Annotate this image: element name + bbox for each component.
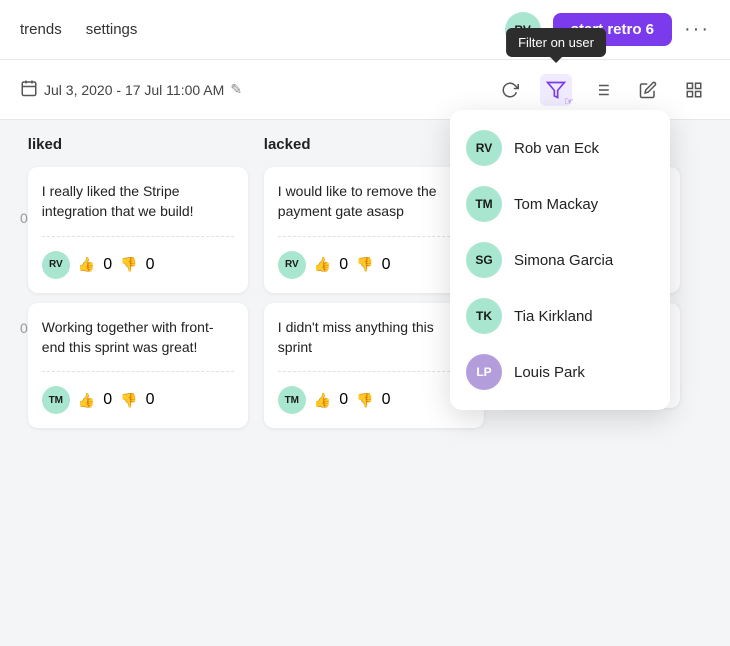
column-header-liked: liked xyxy=(28,136,248,153)
more-options-button[interactable]: ··· xyxy=(684,18,710,41)
user-name-tm: Tom Mackay xyxy=(514,196,598,213)
user-name-tk: Tia Kirkland xyxy=(514,308,593,325)
dislike-icon[interactable]: 👎 xyxy=(356,392,373,409)
calendar-icon xyxy=(20,79,38,100)
avatar-sg: SG xyxy=(466,242,502,278)
dislike-count: 0 xyxy=(146,391,155,409)
dropdown-item-rv[interactable]: RV Rob van Eck xyxy=(450,120,670,176)
card-footer: TM 👍 0 👎 0 xyxy=(278,386,470,414)
card-liked-2: Working together with front-end this spr… xyxy=(28,303,248,429)
dropdown-item-tm[interactable]: TM Tom Mackay xyxy=(450,176,670,232)
dislike-count: 0 xyxy=(146,256,155,274)
dropdown-item-sg[interactable]: SG Simona Garcia xyxy=(450,232,670,288)
dropdown-item-lp[interactable]: LP Louis Park xyxy=(450,344,670,400)
card-liked-1: I really liked the Stripe integration th… xyxy=(28,167,248,293)
user-name-lp: Louis Park xyxy=(514,364,585,381)
dislike-count: 0 xyxy=(382,391,391,409)
card-footer: RV 👍 0 👎 0 xyxy=(278,251,470,279)
column-liked: liked I really liked the Stripe integrat… xyxy=(28,136,248,646)
avatar-tm: TM xyxy=(466,186,502,222)
avatar-lp: LP xyxy=(466,354,502,390)
card-avatar: RV xyxy=(278,251,306,279)
divider xyxy=(42,371,234,372)
user-filter-dropdown: RV Rob van Eck TM Tom Mackay SG Simona G… xyxy=(450,110,670,410)
left-number-1: 0 xyxy=(20,168,28,268)
card-footer: TM 👍 0 👎 0 xyxy=(42,386,234,414)
avatar-rv: RV xyxy=(466,130,502,166)
card-text: I really liked the Stripe integration th… xyxy=(42,181,234,222)
divider xyxy=(278,371,470,372)
dropdown-item-tk[interactable]: TK Tia Kirkland xyxy=(450,288,670,344)
card-avatar: RV xyxy=(42,251,70,279)
card-text: I would like to remove the payment gate … xyxy=(278,181,470,222)
refresh-button[interactable] xyxy=(494,74,526,106)
list-view-button[interactable] xyxy=(586,74,618,106)
dislike-icon[interactable]: 👎 xyxy=(356,256,373,273)
user-name-rv: Rob van Eck xyxy=(514,140,599,157)
nav-trends[interactable]: trends xyxy=(20,21,62,38)
nav-settings[interactable]: settings xyxy=(86,21,138,38)
like-icon[interactable]: 👍 xyxy=(314,256,331,273)
grid-button[interactable] xyxy=(678,74,710,106)
date-range: Jul 3, 2020 - 17 Jul 11:00 AM ✎ xyxy=(20,79,482,100)
divider xyxy=(278,236,470,237)
filter-user-button[interactable]: Filter on user ☞ xyxy=(540,74,572,106)
card-footer: RV 👍 0 👎 0 xyxy=(42,251,234,279)
divider xyxy=(42,236,234,237)
like-icon[interactable]: 👍 xyxy=(78,256,95,273)
like-count: 0 xyxy=(103,256,112,274)
card-text: I didn't miss anything this sprint xyxy=(278,317,470,358)
like-icon[interactable]: 👍 xyxy=(314,392,331,409)
left-number-2: 0 xyxy=(20,278,28,378)
dislike-icon[interactable]: 👎 xyxy=(120,392,137,409)
header: trends settings RV start retro 6 ··· xyxy=(0,0,730,60)
dislike-count: 0 xyxy=(382,256,391,274)
filter-tooltip: Filter on user xyxy=(506,28,606,57)
card-avatar: TM xyxy=(278,386,306,414)
like-icon[interactable]: 👍 xyxy=(78,392,95,409)
left-numbers: 0 0 xyxy=(20,136,28,646)
avatar-tk: TK xyxy=(466,298,502,334)
toolbar-icons: Filter on user ☞ xyxy=(494,74,710,106)
edit-date-icon[interactable]: ✎ xyxy=(230,81,242,98)
date-text: Jul 3, 2020 - 17 Jul 11:00 AM xyxy=(44,82,224,98)
like-count: 0 xyxy=(339,256,348,274)
dislike-icon[interactable]: 👎 xyxy=(120,256,137,273)
card-text: Working together with front-end this spr… xyxy=(42,317,234,358)
like-count: 0 xyxy=(103,391,112,409)
edit-button[interactable] xyxy=(632,74,664,106)
nav-links: trends settings xyxy=(20,21,505,38)
like-count: 0 xyxy=(339,391,348,409)
card-avatar: TM xyxy=(42,386,70,414)
user-name-sg: Simona Garcia xyxy=(514,252,613,269)
